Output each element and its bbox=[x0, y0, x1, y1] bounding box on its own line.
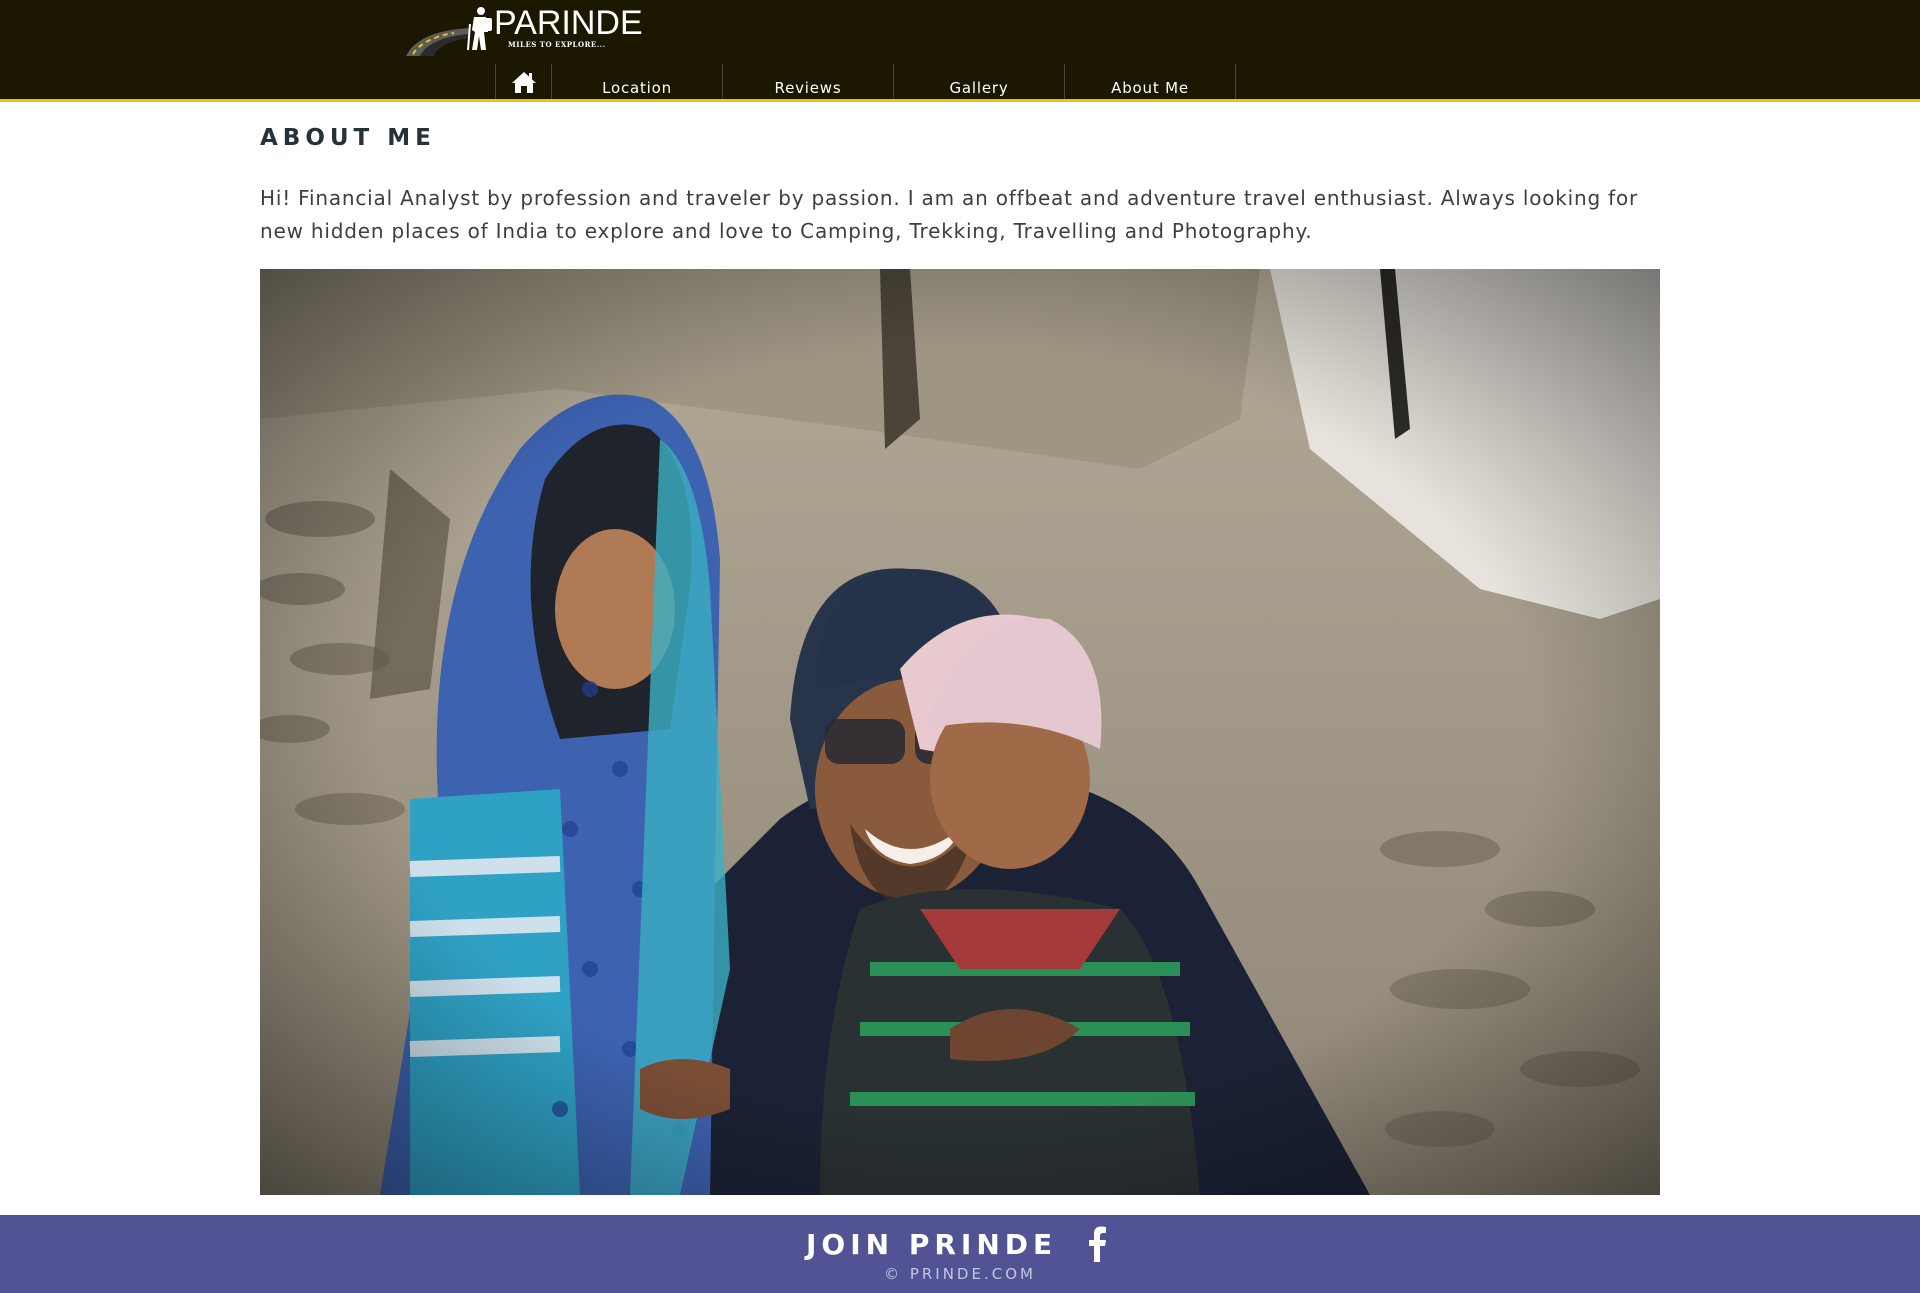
join-link[interactable]: JOIN PRINDE bbox=[806, 1228, 1057, 1261]
nav-home[interactable] bbox=[495, 64, 552, 99]
brand-name: PARINDE bbox=[494, 4, 643, 42]
nav-item-reviews[interactable]: Reviews bbox=[723, 64, 894, 99]
site-header: PARINDE MILES TO EXPLORE... Location Rev… bbox=[0, 0, 1920, 102]
photo-illustration bbox=[260, 269, 1660, 1195]
hiker-icon bbox=[467, 7, 492, 51]
main-nav: Location Reviews Gallery About Me bbox=[495, 64, 1236, 99]
nav-item-location[interactable]: Location bbox=[552, 64, 723, 99]
about-intro-text: Hi! Financial Analyst by profession and … bbox=[260, 186, 1639, 243]
site-footer: JOIN PRINDE © PRINDE.COM bbox=[0, 1215, 1920, 1293]
about-photo bbox=[260, 269, 1660, 1195]
page-title: ABOUT ME bbox=[260, 125, 436, 151]
site-logo[interactable]: PARINDE MILES TO EXPLORE... bbox=[404, 4, 644, 56]
home-icon bbox=[511, 71, 536, 93]
nav-item-gallery[interactable]: Gallery bbox=[894, 64, 1065, 99]
copyright-text: © PRINDE.COM bbox=[884, 1265, 1036, 1283]
road-icon bbox=[406, 28, 470, 56]
facebook-icon[interactable] bbox=[1085, 1226, 1109, 1262]
brand-tagline: MILES TO EXPLORE... bbox=[508, 40, 606, 49]
nav-item-about-me[interactable]: About Me bbox=[1065, 64, 1236, 99]
